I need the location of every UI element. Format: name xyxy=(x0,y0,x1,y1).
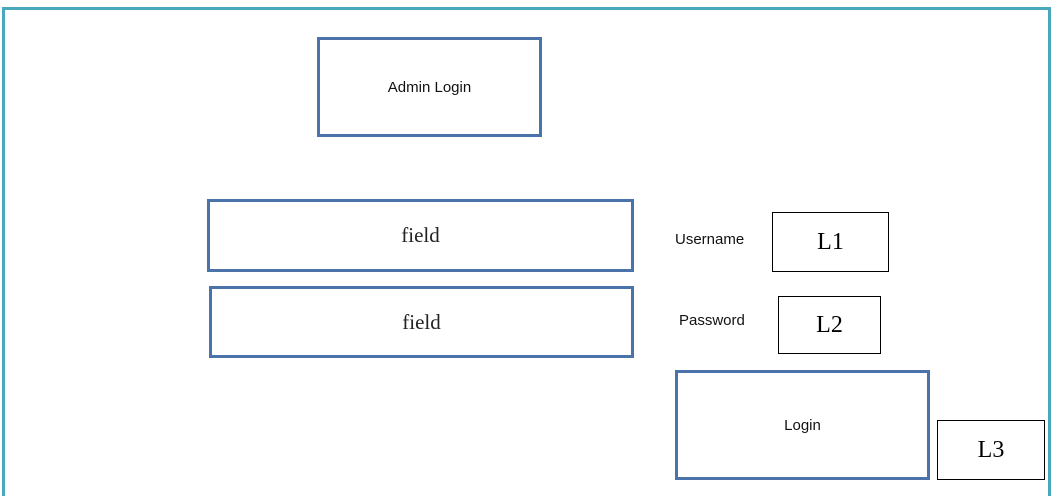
annotation-l1: L1 xyxy=(772,212,889,272)
password-field-placeholder: field xyxy=(402,309,441,334)
annotation-l2-text: L2 xyxy=(816,311,843,338)
username-field[interactable]: field xyxy=(207,199,634,272)
admin-login-title-box: Admin Login xyxy=(317,37,542,137)
annotation-l1-text: L1 xyxy=(817,228,844,255)
password-label: Password xyxy=(679,312,745,329)
admin-login-title: Admin Login xyxy=(387,78,472,96)
annotation-l3: L3 xyxy=(937,420,1045,480)
username-field-placeholder: field xyxy=(401,223,440,247)
login-button[interactable]: Login xyxy=(675,370,930,480)
annotation-l3-text: L3 xyxy=(977,436,1005,463)
login-button-label: Login xyxy=(784,416,821,434)
password-field[interactable]: field xyxy=(209,286,634,358)
username-label: Username xyxy=(675,231,745,248)
annotation-l2: L2 xyxy=(778,296,881,354)
